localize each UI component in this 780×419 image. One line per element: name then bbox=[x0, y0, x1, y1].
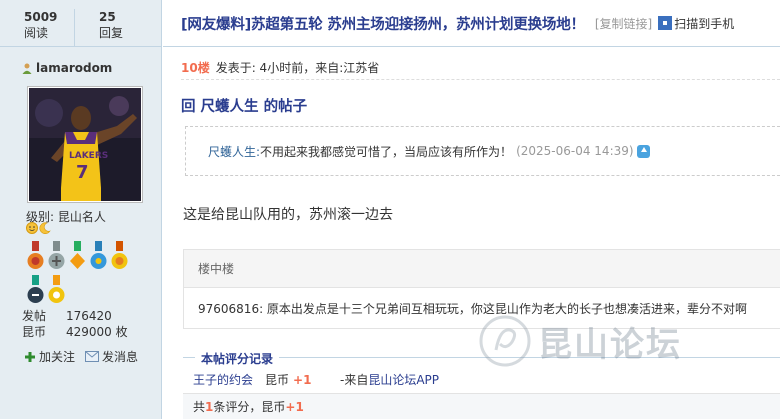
reads-count: 5009 bbox=[24, 10, 58, 24]
svg-text:7: 7 bbox=[76, 162, 89, 183]
medal-icon[interactable] bbox=[47, 241, 66, 273]
summary-prefix: 共 bbox=[193, 400, 206, 414]
floor-number[interactable]: 10楼 bbox=[181, 59, 210, 76]
rating-summary: 共 1 条评分，昆币 +1 bbox=[183, 393, 780, 419]
message-button[interactable]: 发消息 bbox=[85, 348, 138, 365]
coin-amount: +1 bbox=[293, 373, 312, 387]
replies-label: 回复 bbox=[99, 26, 124, 40]
copy-link-button[interactable]: [复制链接] bbox=[595, 15, 652, 32]
reads-label: 阅读 bbox=[24, 26, 49, 40]
post-body: 这是给昆山队用的，苏州滚一边去 bbox=[183, 207, 393, 223]
quote-author[interactable]: 尺蠖人生: bbox=[208, 143, 260, 160]
rater-name[interactable]: 王子的约会 bbox=[193, 371, 265, 388]
user-info: 发帖 176420 昆币 429000 枚 bbox=[22, 308, 128, 340]
scan-to-phone-label: 扫描到手机 bbox=[674, 16, 735, 31]
avatar-image: LAKERS 7 bbox=[29, 88, 141, 201]
replies-count: 25 bbox=[99, 10, 116, 24]
follow-button[interactable]: 加关注 bbox=[24, 348, 75, 365]
summary-amount: +1 bbox=[285, 399, 304, 414]
follow-label: 加关注 bbox=[39, 350, 76, 364]
rating-coin: 昆币 +1 bbox=[265, 371, 340, 388]
medal-icon[interactable] bbox=[26, 275, 45, 307]
medals bbox=[26, 241, 136, 309]
reply-heading: 回 尺蠖人生 的帖子 bbox=[181, 99, 308, 115]
divider bbox=[181, 79, 780, 80]
go-to-post-icon[interactable] bbox=[636, 144, 650, 158]
svg-text:LAKERS: LAKERS bbox=[69, 151, 108, 161]
qr-code-icon bbox=[658, 16, 673, 30]
posts-count: 176420 bbox=[66, 309, 112, 323]
post-time-location: 发表于: 4小时前，来自:江苏省 bbox=[215, 61, 380, 75]
source-prefix: -来自 bbox=[340, 373, 369, 387]
thread-stats: 5009 阅读 25 回复 bbox=[0, 0, 161, 47]
rating-source: -来自昆山论坛APP bbox=[340, 371, 439, 388]
coins-count: 429000 枚 bbox=[66, 325, 128, 339]
user-actions: 加关注 发消息 bbox=[24, 348, 138, 365]
nested-replies-header: 楼中楼 bbox=[184, 250, 780, 288]
author-sidebar: 5009 阅读 25 回复 lamarodom LAKERS 7 级别: 昆山名… bbox=[0, 0, 162, 419]
coin-label: 昆币 bbox=[265, 373, 290, 387]
medal-icon[interactable] bbox=[68, 241, 87, 273]
avatar[interactable]: LAKERS 7 bbox=[27, 86, 143, 203]
thread-title-bar: [网友爆料]苏超第五轮 苏州主场迎接扬州，苏州计划更换场地！ [复制链接] 扫描… bbox=[163, 0, 780, 47]
user-icon bbox=[22, 63, 32, 74]
post-meta: 10楼 发表于: 4小时前，来自:江苏省 bbox=[181, 59, 379, 76]
nested-reply: 97606816: 原本出发点是十三个兄弟间互相玩玩，你这昆山作为老大的长子也想… bbox=[198, 302, 747, 316]
thread-title[interactable]: [网友爆料]苏超第五轮 苏州主场迎接扬州，苏州计划更换场地！ bbox=[181, 13, 585, 34]
source-app-link[interactable]: 昆山论坛APP bbox=[368, 373, 439, 387]
summary-mid: 条评分，昆币 bbox=[213, 400, 286, 414]
medal-icon[interactable] bbox=[26, 241, 45, 273]
quote-text: 不用起来我都感觉可惜了，当局应该有所作为！ bbox=[260, 144, 513, 159]
nested-replies: 楼中楼 97606816: 原本出发点是十三个兄弟间互相玩玩，你这昆山作为老大的… bbox=[183, 249, 780, 329]
message-label: 发消息 bbox=[102, 350, 139, 364]
rating-legend: 本帖评分记录 bbox=[195, 350, 280, 367]
moon-icon bbox=[39, 222, 51, 234]
author-name: lamarodom bbox=[36, 61, 113, 75]
author-name-link[interactable]: lamarodom bbox=[22, 61, 112, 75]
reads-stat: 5009 阅读 bbox=[0, 9, 74, 46]
level-icons bbox=[26, 222, 51, 234]
coins-label: 昆币 bbox=[22, 325, 47, 339]
medal-icon[interactable] bbox=[47, 275, 66, 307]
posts-label: 发帖 bbox=[22, 309, 47, 323]
rating-record: 本帖评分记录 王子的约会 昆币 +1 -来自昆山论坛APP bbox=[183, 350, 780, 397]
quote-time: (2025-06-04 14:39) bbox=[516, 144, 634, 158]
medal-icon[interactable] bbox=[89, 241, 108, 273]
envelope-icon bbox=[85, 351, 100, 362]
rating-row: 王子的约会 昆币 +1 -来自昆山论坛APP bbox=[193, 371, 439, 388]
medal-icon[interactable] bbox=[110, 241, 129, 273]
replies-stat: 25 回复 bbox=[74, 9, 148, 46]
plus-icon bbox=[25, 351, 35, 362]
post-main: [网友爆料]苏超第五轮 苏州主场迎接扬州，苏州计划更换场地！ [复制链接] 扫描… bbox=[163, 0, 780, 419]
summary-count: 1 bbox=[205, 399, 214, 414]
sun-icon bbox=[26, 222, 38, 234]
quote-block: 尺蠖人生: 不用起来我都感觉可惜了，当局应该有所作为！ (2025-06-04 … bbox=[185, 126, 780, 176]
scan-to-phone-button[interactable]: 扫描到手机 bbox=[658, 15, 734, 32]
